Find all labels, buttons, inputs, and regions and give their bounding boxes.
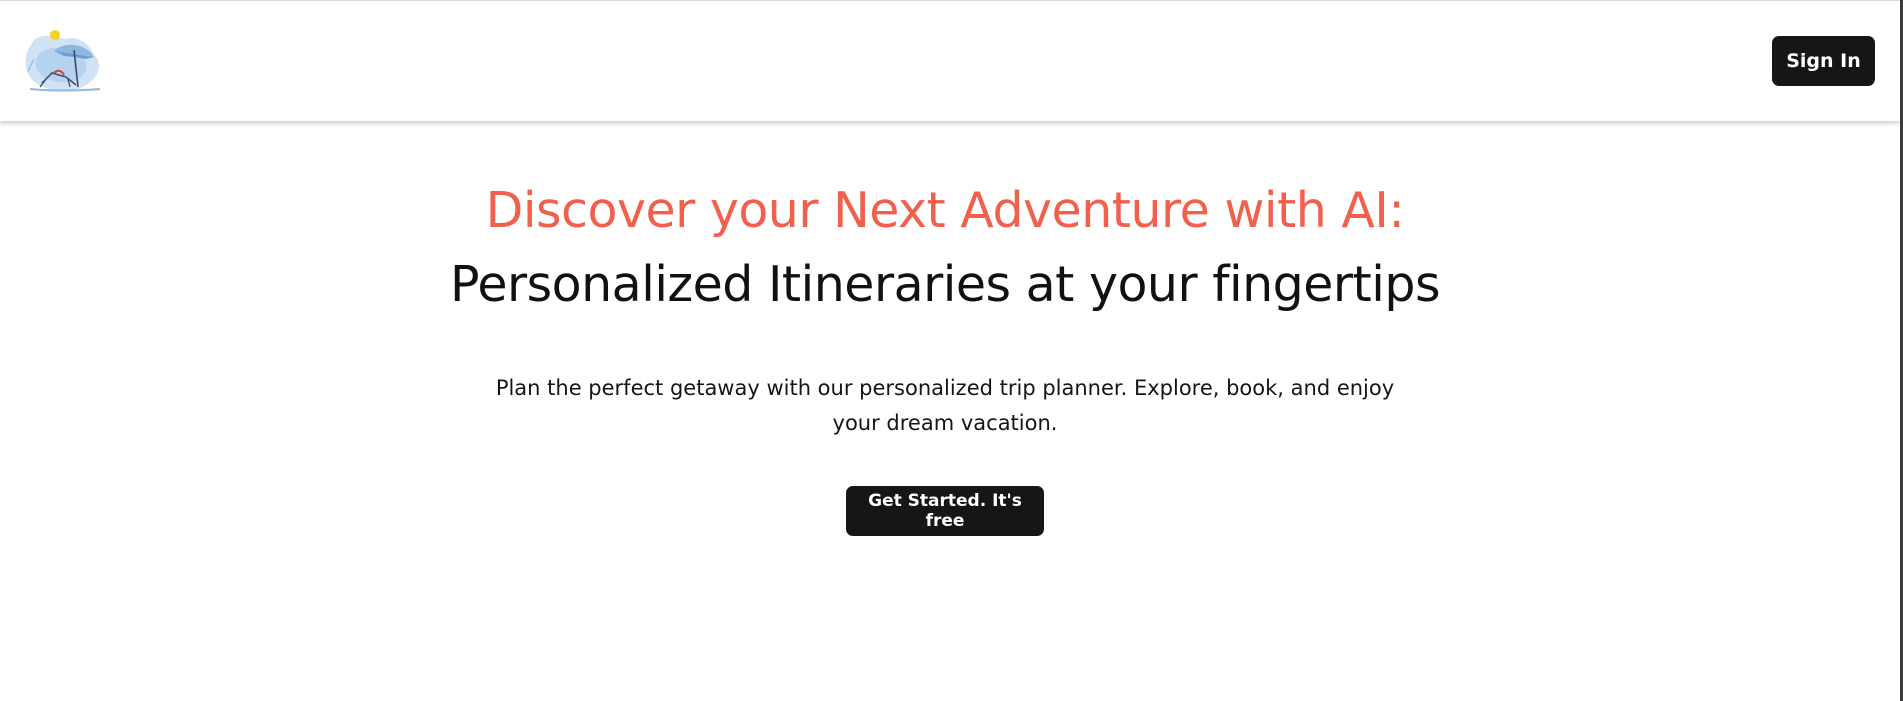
hero-title-main: Personalized Itineraries at your fingert… (450, 256, 1440, 313)
hero-subtitle: Plan the perfect getaway with our person… (495, 376, 1395, 435)
landing-page: Sign In Discover your Next Adventure wit… (0, 0, 1903, 701)
top-navbar: Sign In (0, 0, 1900, 121)
hero-section: Discover your Next Adventure with AI: Pe… (0, 165, 1890, 536)
sign-in-button[interactable]: Sign In (1772, 36, 1875, 86)
logo-illustration (25, 30, 101, 92)
get-started-button[interactable]: Get Started. It's free (846, 486, 1044, 536)
beach-umbrella-logo-icon[interactable] (24, 29, 104, 95)
